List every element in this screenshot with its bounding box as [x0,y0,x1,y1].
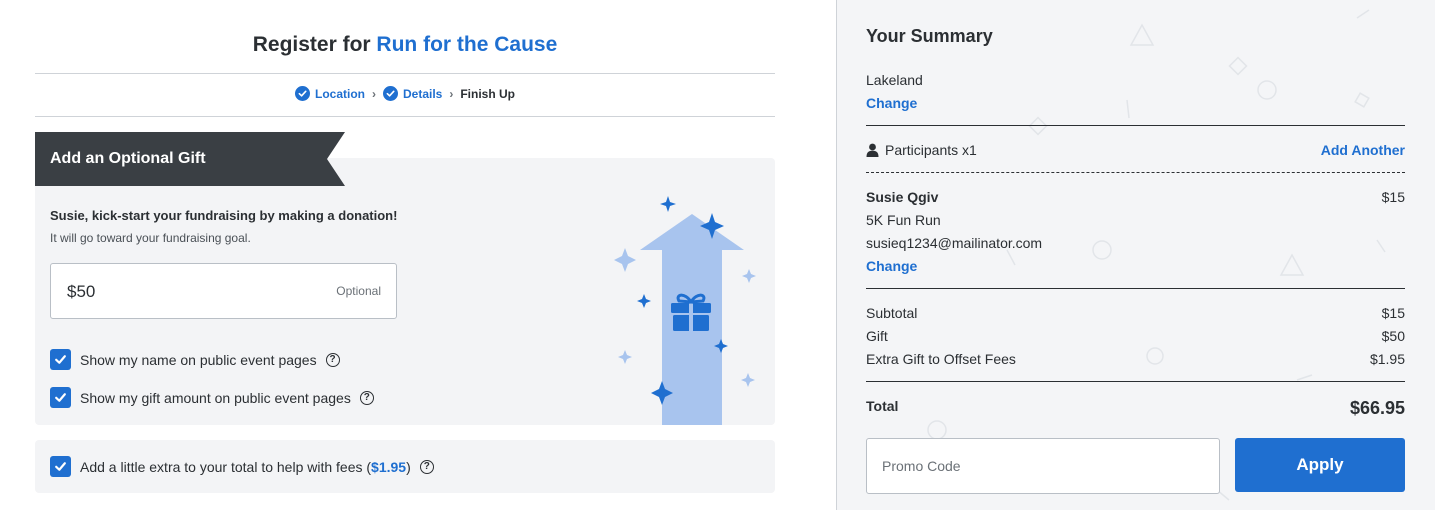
fee-option: Add a little extra to your total to help… [50,456,434,477]
page-title: Register for Run for the Cause [35,33,775,57]
summary-divider [866,381,1405,382]
total-label: Total [866,398,899,414]
summary-panel [836,0,1435,510]
subtotal-value: $15 [1381,305,1405,321]
title-divider [35,73,775,74]
summary-divider [866,288,1405,289]
steps-divider [35,116,775,117]
show-name-option: Show my name on public event pages ? [50,349,340,370]
show-amount-label: Show my gift amount on public event page… [80,389,351,406]
add-another-link[interactable]: Add Another [1321,142,1405,158]
summary-location: Lakeland [866,72,923,88]
step-finish-up: Finish Up [460,87,515,101]
background-pattern [927,9,1386,501]
gift-lead: Susie, kick-start your fundraising by ma… [50,208,398,223]
fee-label: Add a little extra to your total to help… [80,459,411,475]
gift-sublead: It will go toward your fundraising goal. [50,231,251,245]
check-circle-icon [382,86,398,101]
summary-dashed-divider [866,172,1405,173]
fee-label-before: Add a little extra to your total to help… [80,458,372,475]
gift-label: Gift [866,328,888,344]
participants-row: Participants x1 [866,142,977,158]
question-circle-icon[interactable]: ? [325,352,340,367]
summary-title: Your Summary [866,26,993,46]
change-location-link[interactable]: Change [866,95,917,111]
gift-amount-input[interactable]: $50 Optional [50,263,397,319]
gift-arrow-illustration [614,196,756,425]
change-participant-link[interactable]: Change [866,258,917,274]
promo-code-input[interactable] [866,438,1220,494]
fees-label: Extra Gift to Offset Fees [866,351,1016,367]
show-amount-checkbox[interactable] [50,387,71,408]
step-location[interactable]: Location [294,86,365,101]
show-name-checkbox[interactable] [50,349,71,370]
step-label: Location [314,86,365,101]
show-amount-option: Show my gift amount on public event page… [50,387,374,408]
participant-email: susieq1234@mailinator.com [866,235,1043,251]
gift-amount-value: $50 [67,282,96,301]
person-icon [866,143,879,157]
check-circle-icon [294,86,310,101]
fees-value: $1.95 [1369,351,1405,367]
subtotal-label: Subtotal [866,305,918,321]
step-separator: › [371,86,376,101]
participant-name: Susie Qgiv [866,189,939,205]
fee-checkbox[interactable] [50,456,71,477]
gift-value: $50 [1381,328,1405,344]
title-prefix: Register for [252,33,371,56]
question-circle-icon[interactable]: ? [419,459,434,474]
fee-amount: $1.95 [371,458,407,475]
summary-divider [866,125,1405,126]
event-name: Run for the Cause [376,33,558,56]
step-details[interactable]: Details [382,86,443,101]
step-label: Details [402,86,443,101]
step-separator: › [449,86,454,101]
gift-amount-hint: Optional [336,284,381,298]
participant-event: 5K Fun Run [866,212,941,228]
show-name-label: Show my name on public event pages [80,351,317,368]
fee-label-after: ) [406,458,411,475]
participant-price: $15 [1381,189,1405,205]
total-value: $66.95 [1349,398,1405,418]
apply-button[interactable]: Apply [1235,438,1405,492]
participants-label: Participants x1 [885,142,977,158]
step-label: Finish Up [460,86,516,101]
progress-steps: Location › Details › Finish Up [35,86,775,101]
question-circle-icon[interactable]: ? [359,390,374,405]
gift-banner-title: Add an Optional Gift [50,150,206,167]
